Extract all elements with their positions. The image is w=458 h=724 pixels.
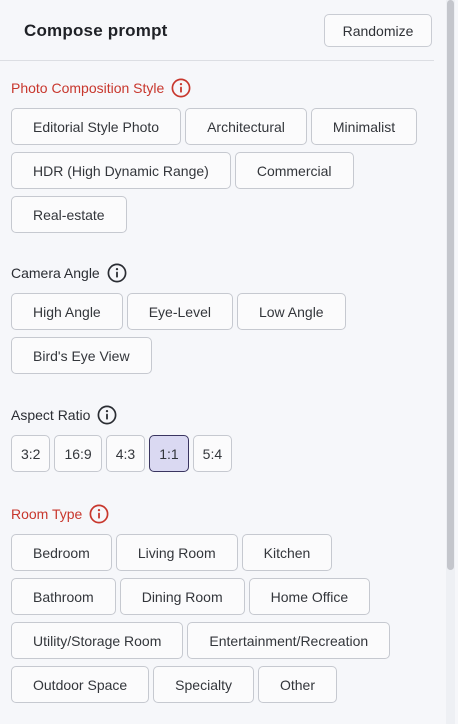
option-living-room[interactable]: Living Room [115,534,238,571]
option-entertainment-recreation[interactable]: Entertainment/Recreation [187,622,391,659]
option-architectural[interactable]: Architectural [185,108,307,145]
scrollbar[interactable] [446,0,455,724]
option-group: 3:2 16:9 4:3 1:1 5:4 [11,435,436,472]
option-kitchen[interactable]: Kitchen [241,534,333,571]
section-aspect-ratio: Aspect Ratio 3:2 16:9 4:3 1:1 5:4 [11,405,436,472]
option-eye-level[interactable]: Eye-Level [126,293,233,330]
info-icon[interactable] [171,78,191,98]
option-home-office[interactable]: Home Office [248,578,371,615]
option-ratio-5-4[interactable]: 5:4 [192,435,233,472]
scrollbar-thumb[interactable] [447,0,454,570]
option-group: Editorial Style Photo Architectural Mini… [11,108,436,233]
section-room-type: Room Type Bedroom Living Room Kitchen Ba… [11,504,436,703]
panel-title: Compose prompt [24,21,168,40]
section-title-label: Photo Composition Style [11,80,165,96]
compose-prompt-panel: Compose prompt Randomize Photo Compositi… [0,0,444,724]
option-minimalist[interactable]: Minimalist [310,108,418,145]
option-birds-eye-view[interactable]: Bird's Eye View [11,337,152,374]
info-icon[interactable] [97,405,117,425]
section-title-label: Aspect Ratio [11,407,91,423]
option-ratio-1-1[interactable]: 1:1 [149,435,189,472]
option-bathroom[interactable]: Bathroom [11,578,116,615]
option-dining-room[interactable]: Dining Room [119,578,245,615]
section-photo-composition-style: Photo Composition Style Editorial Style … [11,78,436,233]
section-title: Room Type [11,504,436,524]
option-hdr[interactable]: HDR (High Dynamic Range) [11,152,231,189]
section-title: Photo Composition Style [11,78,436,98]
option-editorial-style-photo[interactable]: Editorial Style Photo [11,108,182,145]
section-camera-angle: Camera Angle High Angle Eye-Level Low An… [11,263,436,374]
section-title: Aspect Ratio [11,405,436,425]
option-commercial[interactable]: Commercial [234,152,354,189]
option-ratio-3-2[interactable]: 3:2 [11,435,51,472]
option-bedroom[interactable]: Bedroom [11,534,112,571]
section-title-label: Camera Angle [11,265,100,281]
section-title-label: Room Type [11,506,83,522]
option-outdoor-space[interactable]: Outdoor Space [11,666,150,703]
section-title: Camera Angle [11,263,436,283]
option-real-estate[interactable]: Real-estate [11,196,127,233]
option-group: Bedroom Living Room Kitchen Bathroom Din… [11,534,436,703]
info-icon[interactable] [107,263,127,283]
info-icon[interactable] [89,504,109,524]
option-utility-storage-room[interactable]: Utility/Storage Room [11,622,184,659]
randomize-button[interactable]: Randomize [324,14,432,47]
option-other[interactable]: Other [257,666,337,703]
option-ratio-16-9[interactable]: 16:9 [54,435,102,472]
option-low-angle[interactable]: Low Angle [236,293,346,330]
option-ratio-4-3[interactable]: 4:3 [105,435,146,472]
option-specialty[interactable]: Specialty [153,666,254,703]
panel-header: Compose prompt Randomize [0,0,434,61]
option-high-angle[interactable]: High Angle [11,293,123,330]
option-group: High Angle Eye-Level Low Angle Bird's Ey… [11,293,436,374]
